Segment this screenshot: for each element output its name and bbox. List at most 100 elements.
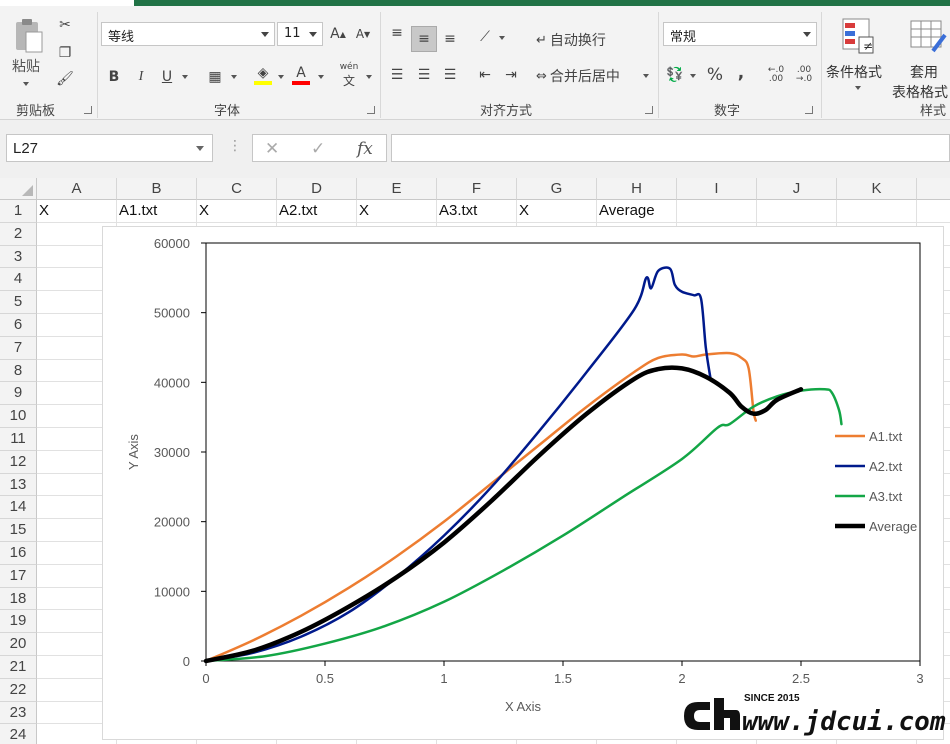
align-top-icon[interactable]: ≡ (386, 22, 408, 44)
insert-function-button[interactable]: fx (357, 139, 373, 159)
orientation-dropdown-icon[interactable] (499, 36, 505, 40)
table-format-label-line2[interactable]: 表格格式 (892, 82, 948, 102)
accounting-dropdown-icon[interactable] (690, 74, 696, 78)
cell-row1-header[interactable]: A1.txt (119, 202, 195, 219)
bold-button[interactable]: B (103, 66, 125, 88)
fill-color-icon[interactable]: ◈ (252, 64, 274, 86)
row-header-17[interactable]: 17 (0, 564, 37, 588)
align-center-icon[interactable]: ☰ (413, 64, 435, 86)
fill-color-dropdown-icon[interactable] (278, 75, 284, 79)
row-header-18[interactable]: 18 (0, 587, 37, 611)
align-left-icon[interactable]: ☰ (386, 64, 408, 86)
row-header-3[interactable]: 3 (0, 245, 37, 269)
row-header-8[interactable]: 8 (0, 359, 37, 383)
merge-center-dropdown-icon[interactable] (643, 74, 649, 78)
alignment-launcher-icon[interactable] (645, 106, 653, 114)
borders-icon[interactable]: ▦ (204, 66, 226, 88)
increase-font-size-button[interactable]: A ▲ (327, 23, 349, 45)
row-header-2[interactable]: 2 (0, 222, 37, 246)
row-header-9[interactable]: 9 (0, 382, 37, 406)
column-header-f[interactable]: F (437, 178, 517, 200)
cell-row1-header[interactable]: A3.txt (439, 202, 515, 219)
row-header-11[interactable]: 11 (0, 428, 37, 451)
row-header-5[interactable]: 5 (0, 291, 37, 314)
table-format-icon[interactable] (908, 16, 948, 56)
row-header-4[interactable]: 4 (0, 268, 37, 292)
conditional-format-icon[interactable]: ≠ (840, 16, 876, 56)
font-size-select[interactable]: 11 (277, 22, 323, 46)
cell-row1-header[interactable]: X (519, 202, 595, 219)
row-header-19[interactable]: 19 (0, 610, 37, 634)
row-header-13[interactable]: 13 (0, 473, 37, 497)
format-painter-icon[interactable]: 🖌 (54, 68, 76, 90)
font-launcher-icon[interactable] (367, 106, 375, 114)
column-header-h[interactable]: H (597, 178, 677, 200)
column-header-i[interactable]: I (677, 178, 757, 200)
formula-input[interactable] (391, 134, 950, 162)
number-format-select[interactable]: 常规 (663, 22, 817, 46)
column-header-j[interactable]: J (757, 178, 837, 200)
orientation-icon[interactable]: ⟋ (474, 26, 496, 48)
chart[interactable]: 0 0.5 1 1.5 2 2.5 3 0 10000 20000 30000 40000 50000 6… (102, 226, 944, 740)
increase-decimal-button[interactable]: ←.0 .00 (764, 64, 788, 86)
cell-row1-header[interactable]: X (359, 202, 435, 219)
align-bottom-icon[interactable]: ≡ (439, 28, 461, 50)
column-header-b[interactable]: B (117, 178, 197, 200)
phonetic-dropdown-icon[interactable] (366, 75, 372, 79)
confirm-edit-button[interactable]: ✓ (311, 139, 325, 159)
row-header-10[interactable]: 10 (0, 405, 37, 428)
name-box[interactable]: L27 (6, 134, 213, 162)
increase-indent-icon[interactable]: ⇥ (500, 64, 522, 86)
column-header-d[interactable]: D (277, 178, 357, 200)
row-header-1[interactable]: 1 (0, 200, 37, 223)
table-format-label-line1[interactable]: 套用 (910, 62, 938, 82)
column-header-k[interactable]: K (837, 178, 917, 200)
underline-dropdown-icon[interactable] (182, 75, 188, 79)
decrease-decimal-button[interactable]: .00 →.0 (792, 64, 816, 86)
align-middle-icon[interactable]: ≡ (411, 26, 437, 52)
column-header-g[interactable]: G (517, 178, 597, 200)
cut-icon[interactable]: ✂ (54, 14, 76, 36)
accounting-format-icon[interactable]: 💱 (664, 64, 686, 86)
row-header-6[interactable]: 6 (0, 314, 37, 337)
column-header-partial[interactable] (917, 178, 950, 200)
percent-button[interactable]: % (704, 64, 726, 86)
align-right-icon[interactable]: ☰ (439, 64, 461, 86)
row-header-23[interactable]: 23 (0, 701, 37, 725)
row-header-22[interactable]: 22 (0, 678, 37, 702)
column-header-a[interactable]: A (37, 178, 117, 200)
font-color-dropdown-icon[interactable] (318, 75, 324, 79)
comma-button[interactable]: , (730, 62, 752, 84)
row-header-20[interactable]: 20 (0, 633, 37, 656)
cancel-edit-button[interactable]: ✕ (265, 139, 279, 159)
clipboard-launcher-icon[interactable] (84, 106, 92, 114)
phonetic-icon[interactable]: wén 文 (338, 62, 360, 88)
decrease-indent-icon[interactable]: ⇤ (474, 64, 496, 86)
cell-row1-header[interactable]: X (199, 202, 275, 219)
row-header-21[interactable]: 21 (0, 656, 37, 679)
font-name-select[interactable]: 等线 (101, 22, 275, 46)
row-header-7[interactable]: 7 (0, 336, 37, 360)
italic-button[interactable]: I (130, 66, 152, 88)
merge-center-button[interactable]: ⇔ 合并后居中 (536, 64, 620, 88)
copy-icon[interactable]: ❐ (54, 42, 76, 64)
number-launcher-icon[interactable] (805, 106, 813, 114)
cell-row1-header[interactable]: X (39, 202, 115, 219)
row-header-12[interactable]: 12 (0, 450, 37, 474)
select-all-corner[interactable] (0, 178, 37, 200)
row-header-14[interactable]: 14 (0, 496, 37, 520)
column-header-e[interactable]: E (357, 178, 437, 200)
conditional-format-label[interactable]: 条件格式 (826, 62, 882, 82)
wrap-text-button[interactable]: ↵ 自动换行 (536, 28, 606, 52)
underline-button[interactable]: U (156, 66, 178, 88)
cell-row1-header[interactable]: Average (599, 202, 675, 219)
row-header-15[interactable]: 15 (0, 519, 37, 542)
column-header-c[interactable]: C (197, 178, 277, 200)
borders-dropdown-icon[interactable] (231, 75, 237, 79)
font-color-button[interactable]: A (290, 64, 312, 86)
row-header-24[interactable]: 24 (0, 724, 37, 744)
paste-dropdown-icon[interactable] (23, 82, 29, 86)
cell-row1-header[interactable]: A2.txt (279, 202, 355, 219)
decrease-font-size-button[interactable]: A ▼ (352, 23, 374, 45)
row-header-16[interactable]: 16 (0, 542, 37, 565)
